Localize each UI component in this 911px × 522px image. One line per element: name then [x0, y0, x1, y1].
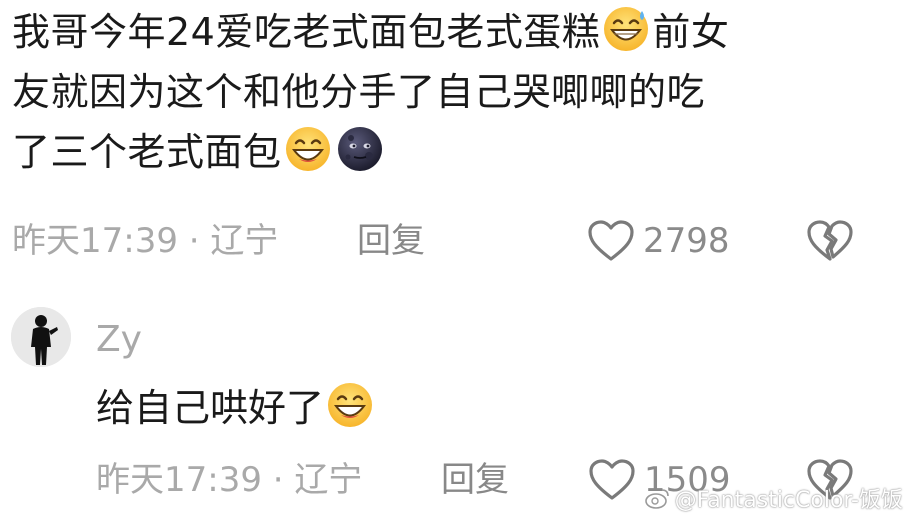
heart-icon: [589, 459, 635, 500]
comment-line-1: 我哥今年24爱吃老式面包老式蛋糕 前女: [12, 2, 872, 62]
reply-text: 给自己哄好了: [96, 386, 325, 430]
reply-button[interactable]: 回复: [357, 219, 425, 263]
comment-text-part: 我哥今年24爱吃老式面包老式蛋糕: [12, 10, 601, 54]
comment-text-part: 前女: [652, 10, 730, 54]
comment-line-3: 了三个老式面包: [12, 122, 872, 182]
like-count: 2798: [643, 221, 730, 261]
watermark: @FantasticColor-饭饭: [644, 482, 903, 514]
reply-body: 给自己哄好了: [96, 380, 376, 436]
heart-icon: [588, 220, 634, 261]
watermark-text: @FantasticColor-饭饭: [674, 488, 903, 513]
grinning-sweat-icon: [604, 7, 649, 51]
comment-timestamp-location: 昨天17:39 · 辽宁: [12, 221, 279, 261]
grinning-icon: [285, 127, 330, 171]
reply-timestamp-location: 昨天17:39 · 辽宁: [96, 460, 363, 500]
new-moon-face-icon: [337, 127, 382, 171]
avatar[interactable]: [11, 307, 71, 367]
comment-line-2: 友就因为这个和他分手了自己哭唧唧的吃: [12, 70, 706, 114]
grinning-icon: [328, 383, 373, 427]
comment-meta-row: 昨天17:39 · 辽宁 回复 2798: [12, 219, 892, 263]
weibo-icon: [644, 489, 669, 509]
avatar-silhouette-icon: [11, 307, 71, 367]
broken-heart-icon: [807, 220, 853, 261]
dislike-button[interactable]: [806, 219, 854, 274]
reply-author-name[interactable]: Zy: [96, 318, 142, 362]
comment-text-part: 了三个老式面包: [12, 130, 282, 174]
like-button[interactable]: 2798: [587, 219, 730, 263]
comment-body: 我哥今年24爱吃老式面包老式蛋糕 前女 友就因为这个和他分手了自己哭唧唧的吃 了…: [12, 2, 872, 182]
reply-reply-button[interactable]: 回复: [441, 458, 509, 502]
